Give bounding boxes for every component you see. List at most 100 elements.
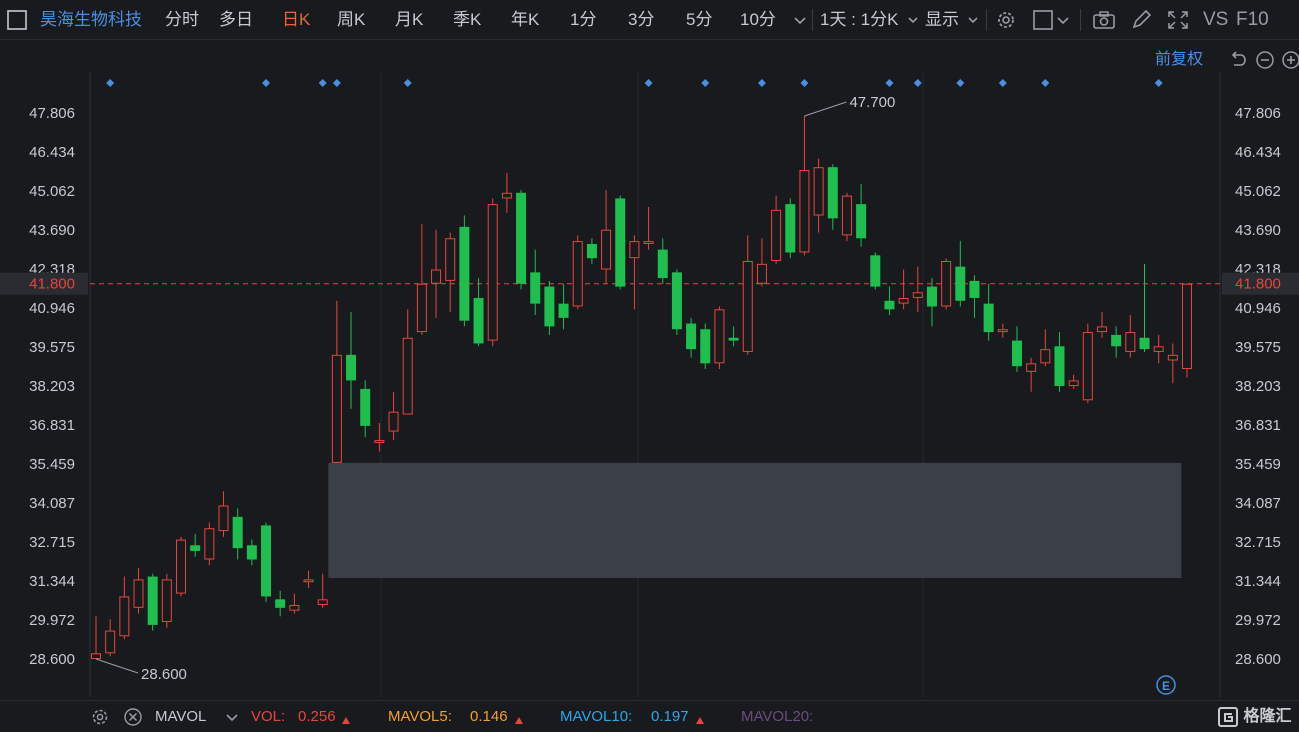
event-marker-9 xyxy=(885,79,894,87)
y-tick-right-1: 46.434 xyxy=(1235,144,1281,161)
y-tick-left-7: 38.203 xyxy=(29,378,75,395)
candle-body-60 xyxy=(941,260,952,307)
square-box-icon[interactable] xyxy=(1032,9,1056,31)
display-menu[interactable]: 显示 xyxy=(925,0,959,40)
y-tick-left-1: 46.434 xyxy=(29,144,75,161)
y-tick-left-6: 39.575 xyxy=(29,339,75,356)
high-price-label: 47.700 xyxy=(849,94,895,111)
candle-body-39 xyxy=(643,241,654,244)
candle-body-14 xyxy=(289,604,300,611)
fullscreen-box-icon[interactable] xyxy=(6,9,28,31)
candle-body-34 xyxy=(572,241,583,307)
expand-icon[interactable] xyxy=(1166,9,1190,31)
indicator-select[interactable]: MAVOL xyxy=(155,701,206,732)
tab-period-1[interactable]: 多日 xyxy=(219,0,253,40)
f10-button[interactable]: F10 xyxy=(1236,0,1269,40)
candle-body-32 xyxy=(544,286,555,327)
range-chevron-down-icon[interactable] xyxy=(903,10,923,32)
pencil-icon[interactable] xyxy=(1130,9,1154,31)
y-tick-right-8: 36.831 xyxy=(1235,417,1281,434)
mavol5-value: 0.146 xyxy=(470,708,508,725)
tab-period-3[interactable]: 周K xyxy=(337,0,365,40)
vol-value: 0.256 xyxy=(298,708,336,725)
stock-name[interactable]: 昊海生物科技 xyxy=(40,0,142,40)
candle-body-27 xyxy=(473,297,484,344)
candle-body-51 xyxy=(813,167,824,216)
candle-body-64 xyxy=(997,329,1008,333)
y-tick-left-14: 28.600 xyxy=(29,651,75,668)
candle-body-72 xyxy=(1111,334,1122,347)
event-marker-6 xyxy=(701,79,710,87)
candle-body-11 xyxy=(246,545,257,560)
tab-period-0[interactable]: 分时 xyxy=(165,0,199,40)
y-tick-right-14: 28.600 xyxy=(1235,651,1281,668)
range-select[interactable]: 1天 : 1分K xyxy=(820,0,898,40)
tab-period-10[interactable]: 10分 xyxy=(740,0,776,40)
event-e-icon-letter: E xyxy=(1162,679,1170,693)
y-tick-right-7: 38.203 xyxy=(1235,378,1281,395)
gear-icon[interactable] xyxy=(994,9,1018,31)
candle-body-40 xyxy=(657,249,668,279)
indicator-chevron-down-icon[interactable] xyxy=(223,708,241,726)
candle-body-56 xyxy=(884,300,895,310)
close-icon[interactable] xyxy=(123,707,143,727)
period-chevron-down-icon[interactable] xyxy=(790,10,810,32)
tab-period-8[interactable]: 3分 xyxy=(628,0,654,40)
box-chevron-down-icon[interactable] xyxy=(1054,10,1072,32)
mavol5-up-arrow-icon xyxy=(514,713,524,724)
camera-icon[interactable] xyxy=(1092,9,1116,31)
y-tick-right-12: 31.344 xyxy=(1235,573,1281,590)
candle-body-66 xyxy=(1026,363,1037,372)
tab-period-5[interactable]: 季K xyxy=(453,0,481,40)
tab-period-6[interactable]: 年K xyxy=(511,0,539,40)
gear-icon[interactable] xyxy=(90,707,110,727)
candle-body-43 xyxy=(700,329,711,364)
candlestick-chart[interactable]: 47.806 47.806 46.434 46.434 45.062 45.062 43.6… xyxy=(0,40,1299,700)
tab-period-9[interactable]: 5分 xyxy=(686,0,712,40)
vs-button[interactable]: VS xyxy=(1203,0,1228,40)
top-toolbar: 昊海生物科技 分时 多日 日K 周K 月K 季K 年K 1分 3分 5分 10分… xyxy=(0,0,1299,40)
candle-body-74 xyxy=(1139,337,1150,350)
event-marker-2 xyxy=(318,79,327,87)
y-tick-left-12: 31.344 xyxy=(29,573,75,590)
vol-label: VOL: xyxy=(251,708,286,725)
candle-body-19 xyxy=(360,388,371,426)
display-chevron-down-icon[interactable] xyxy=(963,10,983,32)
current-price-tag-left: 41.800 xyxy=(29,276,75,293)
candle-body-18 xyxy=(346,354,357,381)
candle-body-65 xyxy=(1011,340,1022,367)
event-marker-14 xyxy=(1154,79,1163,87)
mavol20-label: MAVOL20: xyxy=(741,708,814,725)
candle-body-0 xyxy=(91,653,101,659)
candle-body-48 xyxy=(771,209,782,261)
logo-text: 格隆汇 xyxy=(1243,708,1292,725)
candle-body-22 xyxy=(402,337,413,415)
candle-body-10 xyxy=(232,516,243,549)
event-marker-4 xyxy=(403,79,412,87)
tab-period-4[interactable]: 月K xyxy=(395,0,423,40)
candle-body-46 xyxy=(742,260,753,352)
candle-body-37 xyxy=(615,198,626,287)
low-label-leader xyxy=(95,658,139,674)
mavol10-value: 0.197 xyxy=(651,708,689,725)
candle-body-42 xyxy=(686,323,697,350)
y-tick-right-13: 29.972 xyxy=(1235,612,1281,629)
candle-body-38 xyxy=(629,241,640,259)
tab-period-2[interactable]: 日K xyxy=(282,0,310,40)
candle-body-58 xyxy=(912,292,923,298)
candle-body-61 xyxy=(955,266,966,301)
tab-period-7[interactable]: 1分 xyxy=(570,0,596,40)
event-marker-10 xyxy=(913,79,922,87)
y-tick-right-11: 32.715 xyxy=(1235,534,1281,551)
candle-body-30 xyxy=(516,192,527,284)
candle-body-9 xyxy=(218,505,229,532)
candle-body-75 xyxy=(1153,346,1164,352)
candle-body-20 xyxy=(374,440,385,443)
candle-body-45 xyxy=(728,337,739,341)
candle-body-29 xyxy=(501,192,512,199)
y-tick-left-10: 34.087 xyxy=(29,495,75,512)
candle-body-55 xyxy=(870,255,881,287)
event-marker-13 xyxy=(1041,79,1050,87)
candle-body-12 xyxy=(261,525,272,597)
candle-body-71 xyxy=(1096,326,1107,333)
